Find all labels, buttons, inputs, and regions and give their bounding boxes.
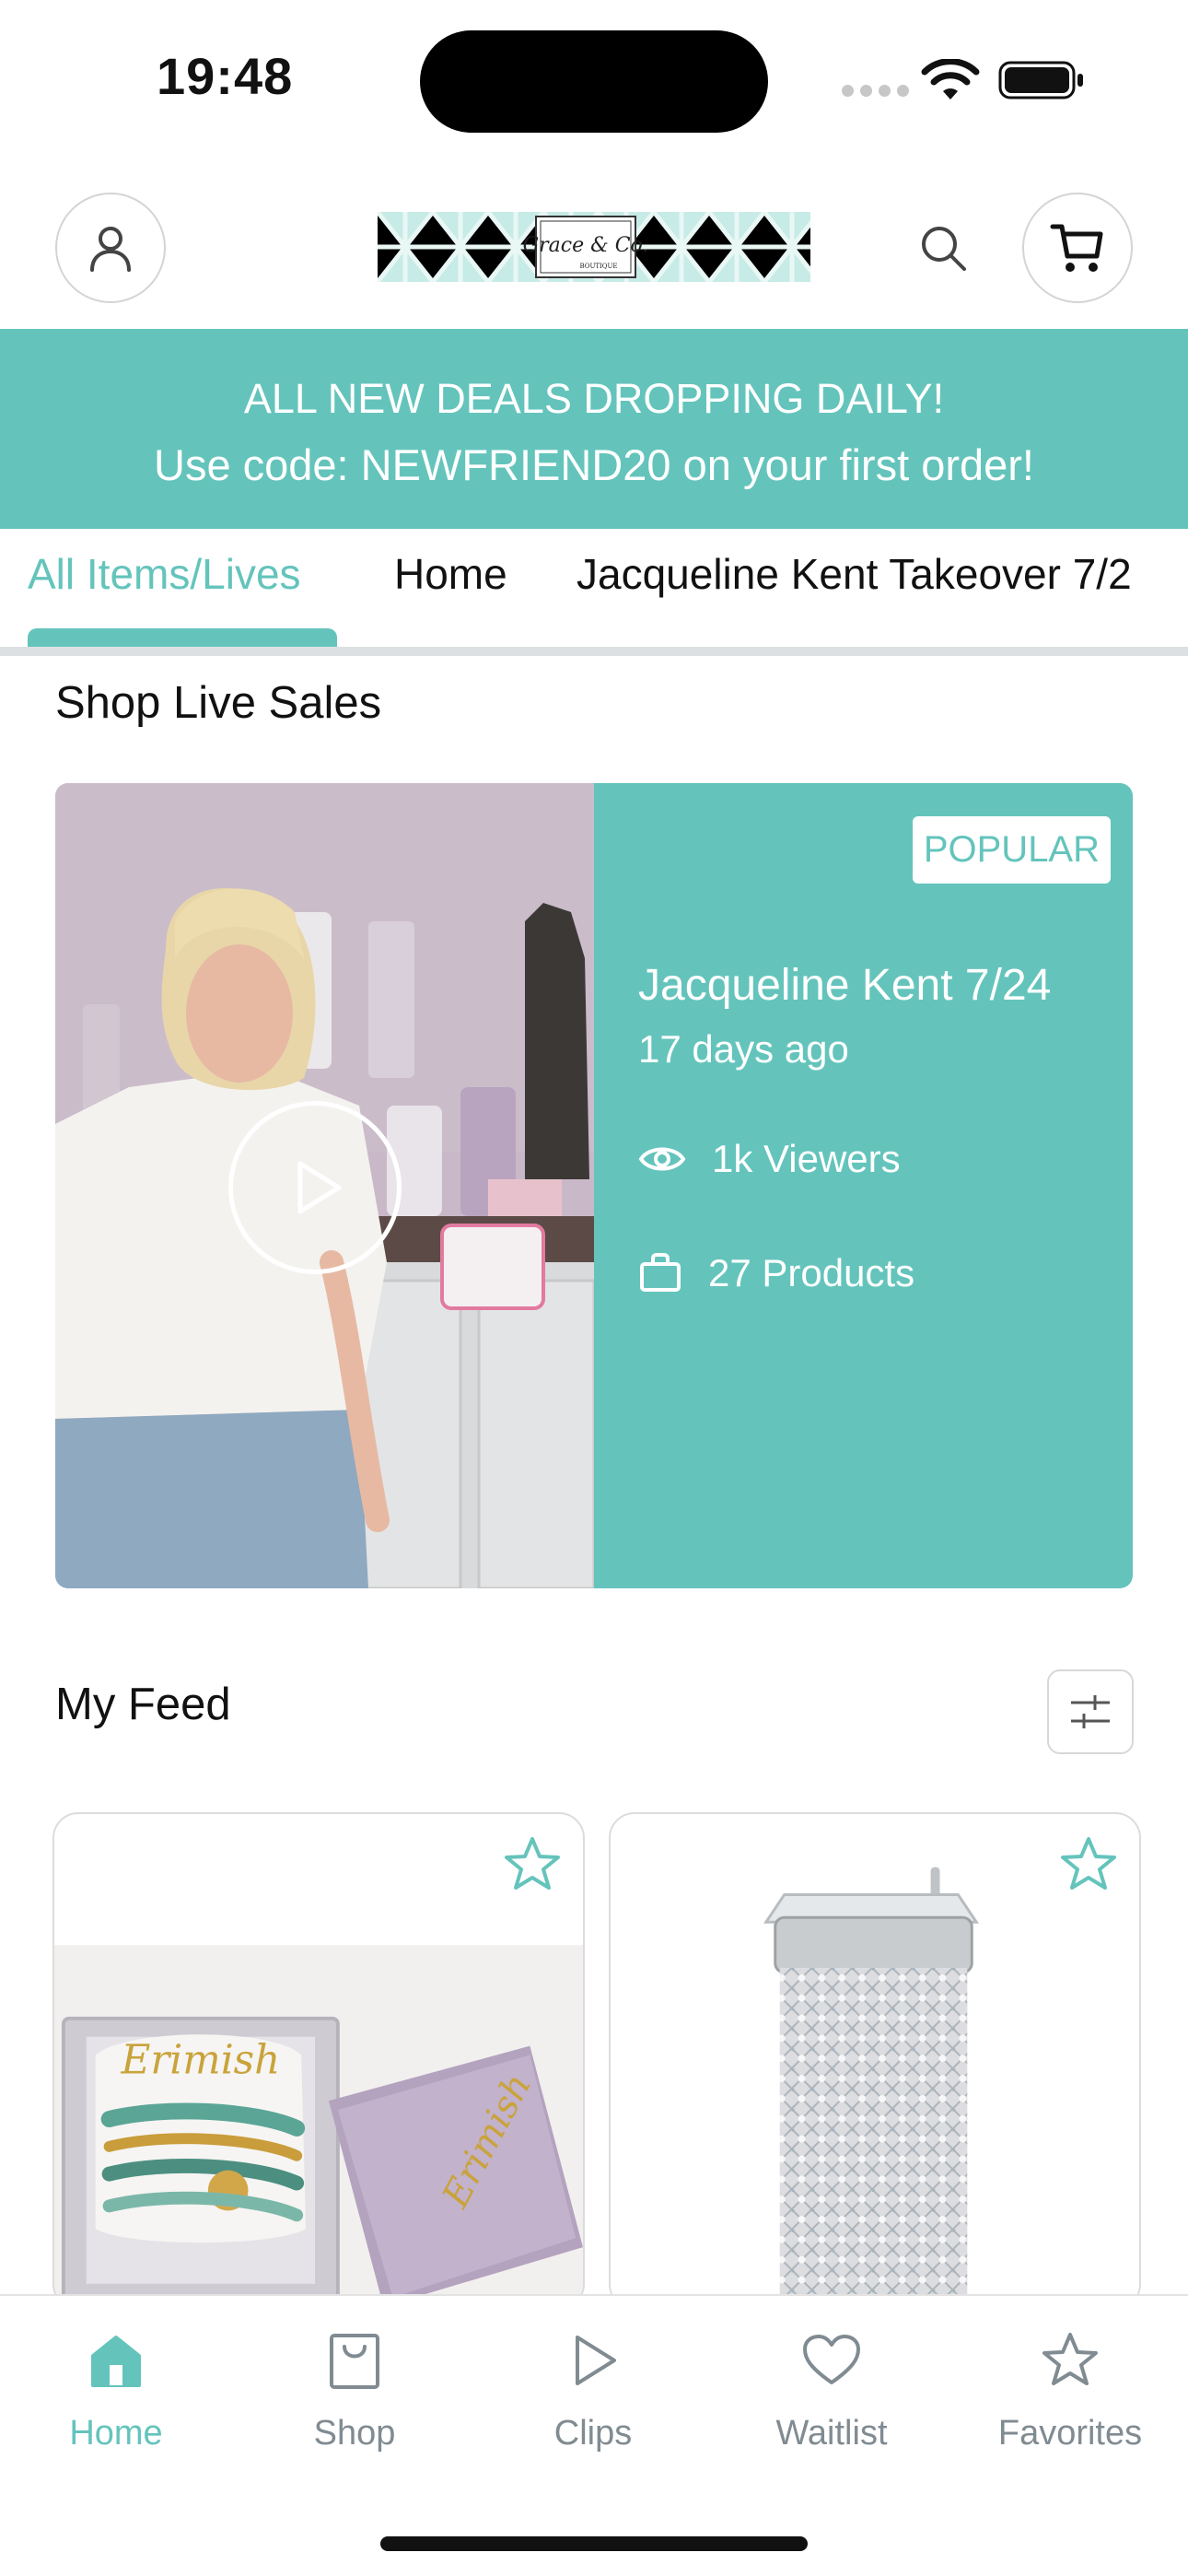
- nav-waitlist[interactable]: Waitlist: [721, 2324, 942, 2471]
- live-sale-age: 17 days ago: [638, 1027, 849, 1071]
- bracelet-set-image: Erimish Erimish: [54, 1945, 583, 2308]
- live-sales-title: Shop Live Sales: [55, 678, 382, 728]
- rhinestone-tumbler-image: [611, 1867, 1139, 2307]
- promo-code-text: Use code: NEWFRIEND20 on your first orde…: [154, 440, 1034, 489]
- play-video-button[interactable]: [228, 1101, 402, 1274]
- nav-shop[interactable]: Shop: [244, 2324, 465, 2471]
- dynamic-island: [420, 30, 768, 133]
- live-sale-info: POPULAR Jacqueline Kent 7/24 17 days ago…: [594, 783, 1133, 1588]
- logo-subtext: BOUTIQUE: [579, 263, 617, 270]
- promo-banner[interactable]: ALL NEW DEALS DROPPING DAILY! Use code: …: [0, 329, 1188, 529]
- category-tabs: All Items/Lives Home Jacqueline Kent Tak…: [0, 529, 1188, 656]
- live-sale-card[interactable]: POPULAR Jacqueline Kent 7/24 17 days ago…: [55, 783, 1133, 1588]
- home-icon: [91, 2336, 141, 2387]
- tab-jacqueline-kent-takeover[interactable]: Jacqueline Kent Takeover 7/2: [577, 549, 1132, 599]
- product-card[interactable]: [609, 1812, 1141, 2310]
- app-header: Grace & Co. BOUTIQUE: [0, 161, 1188, 329]
- active-tab-indicator: [28, 628, 337, 647]
- cellular-signal-icon: [842, 85, 909, 97]
- logo-text: Grace & Co.: [523, 234, 649, 257]
- viewers-stat: 1k Viewers: [638, 1137, 901, 1181]
- promo-headline: ALL NEW DEALS DROPPING DAILY!: [243, 375, 945, 422]
- nav-label-home: Home: [69, 2414, 163, 2453]
- product-brand-text: Erimish: [121, 2036, 281, 2083]
- nav-favorites[interactable]: Favorites: [960, 2324, 1181, 2471]
- wifi-icon: [921, 59, 980, 100]
- products-stat: 27 Products: [638, 1251, 914, 1295]
- nav-label-favorites: Favorites: [997, 2414, 1143, 2453]
- cart-button[interactable]: [1022, 193, 1133, 303]
- favorite-button[interactable]: [1054, 1831, 1123, 1899]
- live-video-thumbnail[interactable]: [55, 783, 594, 1588]
- nav-clips[interactable]: Clips: [483, 2324, 704, 2471]
- shopping-bag-icon: [330, 2334, 379, 2389]
- live-sale-title: Jacqueline Kent 7/24: [638, 961, 1052, 1010]
- popular-badge: POPULAR: [912, 816, 1111, 884]
- star-icon: [505, 1837, 560, 1890]
- star-icon: [1061, 1837, 1116, 1890]
- play-icon: [576, 2336, 616, 2385]
- viewers-count: 1k Viewers: [712, 1137, 901, 1180]
- account-button[interactable]: [55, 193, 166, 303]
- app-screen: 19:48 Grace & Co. BOUTIQUE ALL NEW DEALS…: [0, 0, 1188, 2576]
- nav-label-clips: Clips: [553, 2414, 633, 2453]
- bottom-navigation: Home Shop Clips Waitlist Favorites: [0, 2294, 1188, 2576]
- tab-all-items-lives[interactable]: All Items/Lives: [28, 549, 301, 599]
- search-button[interactable]: [912, 217, 976, 281]
- tab-home[interactable]: Home: [394, 549, 507, 599]
- home-indicator[interactable]: [380, 2536, 808, 2551]
- play-icon: [297, 1161, 342, 1214]
- nav-label-waitlist: Waitlist: [775, 2414, 888, 2453]
- products-count: 27 Products: [708, 1251, 915, 1294]
- feed-title: My Feed: [55, 1680, 231, 1729]
- product-card[interactable]: Erimish Erimish: [52, 1812, 585, 2310]
- favorite-button[interactable]: [498, 1831, 566, 1899]
- star-icon: [1042, 2333, 1098, 2385]
- search-icon: [922, 227, 966, 271]
- status-time: 19:48: [157, 47, 294, 105]
- nav-label-shop: Shop: [313, 2414, 396, 2453]
- heart-icon: [803, 2335, 860, 2384]
- feed-filter-button[interactable]: [1047, 1669, 1134, 1754]
- nav-home[interactable]: Home: [6, 2324, 227, 2471]
- store-logo[interactable]: Grace & Co. BOUTIQUE: [378, 212, 810, 282]
- user-icon: [90, 227, 131, 272]
- cart-icon: [1050, 224, 1103, 272]
- status-bar: 19:48: [0, 0, 1188, 161]
- battery-icon: [998, 61, 1083, 100]
- eye-icon: [638, 1147, 686, 1171]
- sliders-icon: [1071, 1695, 1110, 1728]
- shopping-bag-icon: [640, 1253, 681, 1292]
